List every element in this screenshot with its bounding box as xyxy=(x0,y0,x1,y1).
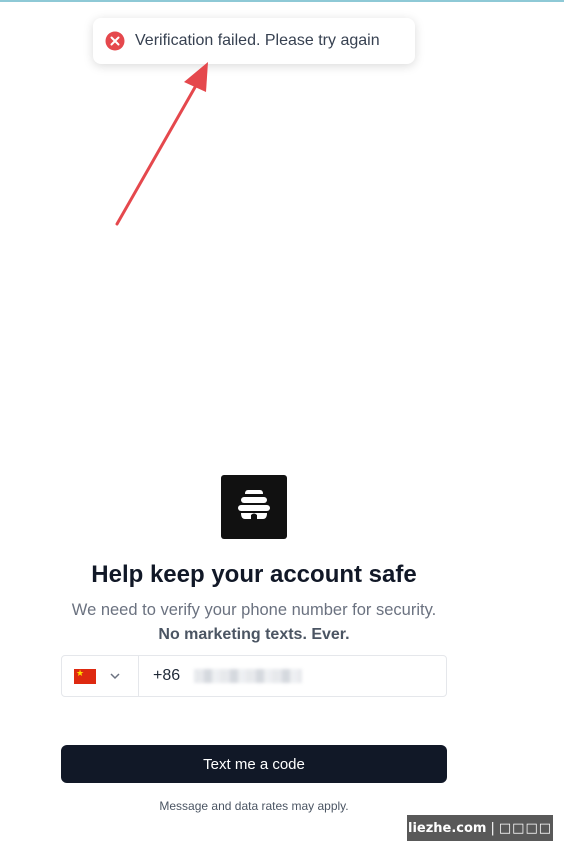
watermark-suffix: □□□□ xyxy=(498,820,553,836)
watermark-separator: | xyxy=(490,820,495,836)
error-toast: Verification failed. Please try again xyxy=(93,18,415,64)
text-me-a-code-button[interactable]: Text me a code xyxy=(61,745,447,783)
beehive-icon xyxy=(236,488,272,527)
app-logo xyxy=(221,475,287,539)
page-subtitle: We need to verify your phone number for … xyxy=(71,601,437,619)
watermark-site: liezhe.com xyxy=(407,820,487,836)
toast-message: Verification failed. Please try again xyxy=(135,32,380,49)
page-title: Help keep your account safe xyxy=(91,561,417,588)
site-watermark: liezhe.com | □□□□ xyxy=(407,815,553,841)
window-top-border xyxy=(0,0,564,2)
country-code-selector[interactable]: ★ xyxy=(62,656,139,696)
rates-disclaimer: Message and data rates may apply. xyxy=(159,799,349,813)
phone-number-field: ★ +86 xyxy=(61,655,447,697)
annotation-arrow xyxy=(115,62,208,226)
phone-number-input[interactable]: +86 xyxy=(139,656,446,696)
chevron-down-icon xyxy=(110,667,120,685)
no-marketing-note: No marketing texts. Ever. xyxy=(158,626,350,643)
dial-code: +86 xyxy=(153,667,181,684)
error-x-circle-icon xyxy=(105,31,125,51)
masked-phone-number xyxy=(194,669,303,683)
china-flag-icon: ★ xyxy=(74,668,96,684)
